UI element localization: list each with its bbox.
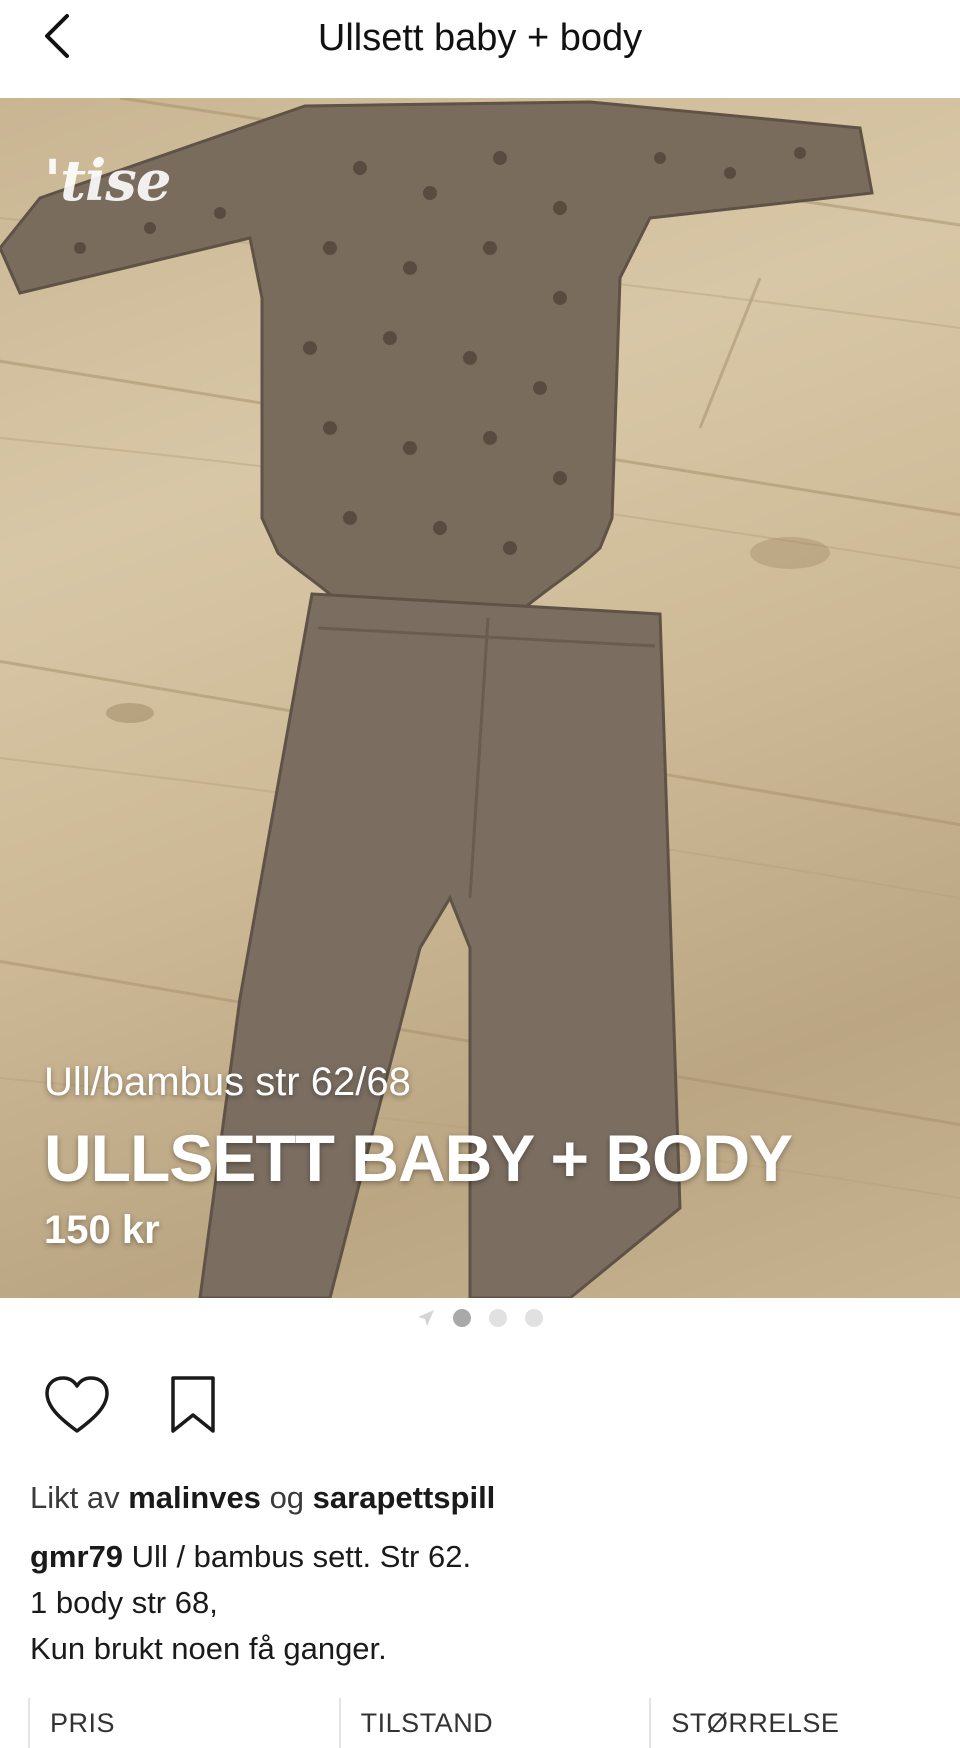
description-line: Kun brukt noen få ganger. (30, 1631, 387, 1666)
image-title: ULLSETT BABY + BODY (44, 1121, 793, 1195)
image-price: 150 kr (44, 1208, 160, 1252)
liked-by-prefix: Likt av (30, 1480, 120, 1515)
spec-condition-label: TILSTAND (338, 1698, 650, 1748)
bookmark-icon (171, 1376, 215, 1433)
description-line: 1 body str 68, (30, 1585, 218, 1620)
tise-watermark: 'tise (44, 148, 171, 214)
pager-dot[interactable] (489, 1309, 507, 1327)
location-arrow-icon (417, 1309, 435, 1327)
pager-dot[interactable] (453, 1309, 471, 1327)
top-bar: Ullsett baby + body (0, 0, 960, 98)
spec-price-label: PRIS (28, 1698, 339, 1748)
liked-by: Likt av malinves og sarapettspill (30, 1480, 495, 1516)
product-photo (0, 98, 960, 1298)
spec-size-label: STØRRELSE (649, 1698, 960, 1748)
product-image[interactable]: 'tise Ull/bambus str 62/68 ULLSETT BABY … (0, 98, 960, 1298)
action-bar (44, 1372, 226, 1438)
product-specs: PRIS TILSTAND STØRRELSE (0, 1698, 960, 1748)
liked-by-user[interactable]: malinves (128, 1480, 261, 1515)
heart-icon (45, 1376, 109, 1433)
liked-by-joiner: og (269, 1480, 305, 1515)
seller-username[interactable]: gmr79 (30, 1539, 123, 1574)
product-description: gmr79 Ull / bambus sett. Str 62. 1 body … (30, 1534, 930, 1672)
page-title: Ullsett baby + body (317, 17, 643, 59)
image-pager (0, 1306, 960, 1330)
image-subtitle: Ull/bambus str 62/68 (44, 1060, 411, 1104)
pager-dot[interactable] (525, 1309, 543, 1327)
liked-by-user[interactable]: sarapettspill (313, 1480, 496, 1515)
like-button[interactable] (44, 1372, 110, 1438)
save-button[interactable] (160, 1372, 226, 1438)
description-line: Ull / bambus sett. Str 62. (131, 1539, 472, 1574)
